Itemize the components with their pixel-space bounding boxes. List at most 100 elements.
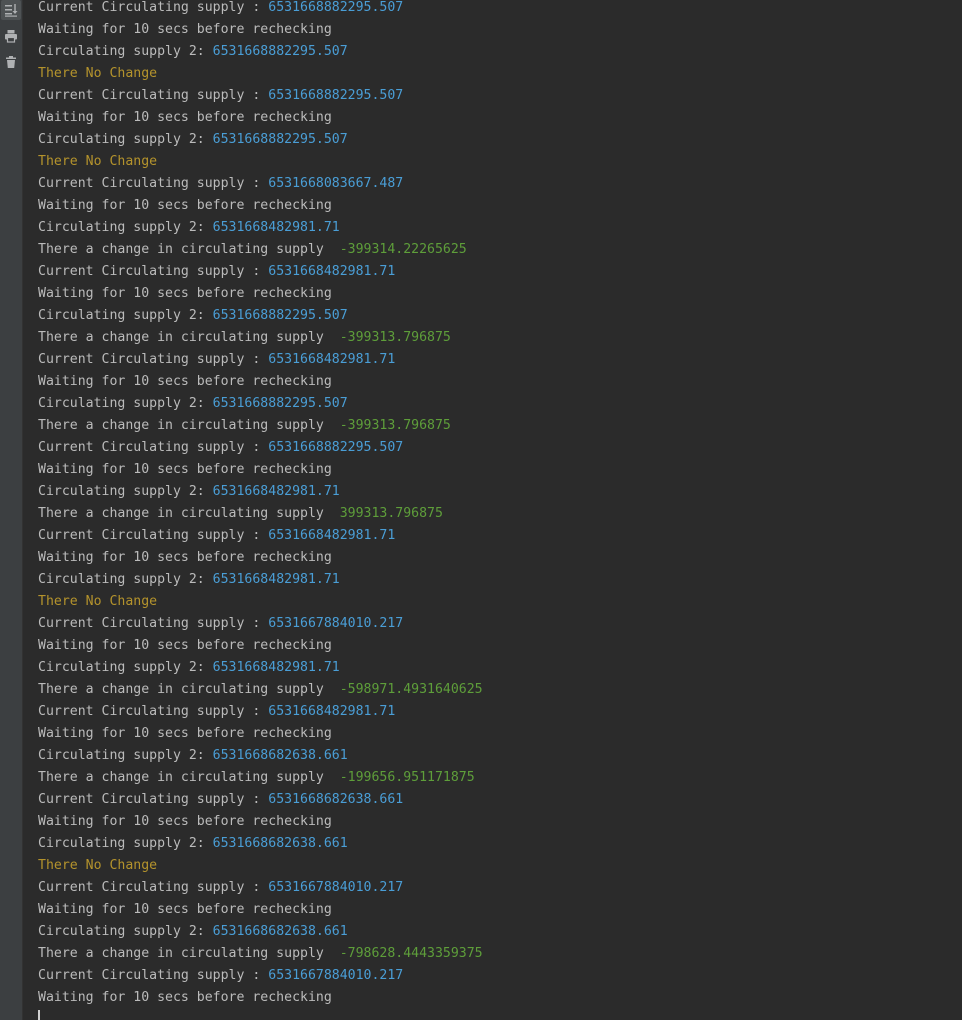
console-line: Circulating supply 2: 6531668882295.507: [38, 305, 962, 327]
supply-value: 6531668682638.661: [212, 748, 348, 763]
current-supply-label: Current Circulating supply :: [38, 616, 269, 631]
change-value: -399313.796875: [339, 418, 451, 433]
run-console-window: Current Circulating supply : 65316688822…: [0, 0, 962, 1020]
console-line: Circulating supply 2: 6531668482981.71: [38, 569, 962, 591]
waiting-message: Waiting for 10 secs before rechecking: [38, 990, 332, 1005]
waiting-message: Waiting for 10 secs before rechecking: [38, 902, 332, 917]
circulating-supply-2-label: Circulating supply 2:: [38, 484, 213, 499]
console-line: There a change in circulating supply -79…: [38, 943, 962, 965]
supply-value: 6531668083667.487: [268, 176, 404, 191]
console-line: There a change in circulating supply -39…: [38, 415, 962, 437]
supply-value: 6531668482981.71: [212, 484, 340, 499]
console-line: Waiting for 10 secs before rechecking: [38, 899, 962, 921]
change-message: There a change in circulating supply: [38, 242, 340, 257]
console-line: Current Circulating supply : 65316678840…: [38, 877, 962, 899]
console-line: Current Circulating supply : 65316680836…: [38, 173, 962, 195]
console-line: There No Change: [38, 855, 962, 877]
supply-value: 6531668882295.507: [212, 396, 348, 411]
console-line: Waiting for 10 secs before rechecking: [38, 459, 962, 481]
console-line: Current Circulating supply : 65316688822…: [38, 437, 962, 459]
no-change-message: There No Change: [38, 154, 158, 169]
current-supply-label: Current Circulating supply :: [38, 88, 269, 103]
change-value: -598971.4931640625: [339, 682, 483, 697]
console-line: Waiting for 10 secs before rechecking: [38, 195, 962, 217]
print-icon[interactable]: [1, 26, 21, 46]
console-line: Waiting for 10 secs before rechecking: [38, 19, 962, 41]
supply-value: 6531668682638.661: [268, 792, 404, 807]
change-value: -798628.4443359375: [339, 946, 483, 961]
change-message: There a change in circulating supply: [38, 418, 340, 433]
supply-value: 6531668482981.71: [212, 220, 340, 235]
console-line: Current Circulating supply : 65316686826…: [38, 789, 962, 811]
scroll-to-end-icon[interactable]: [1, 0, 21, 20]
console-line: There No Change: [38, 63, 962, 85]
console-line: There No Change: [38, 591, 962, 613]
supply-value: 6531667884010.217: [268, 616, 404, 631]
trash-icon[interactable]: [1, 52, 21, 72]
supply-value: 6531667884010.217: [268, 880, 404, 895]
text-caret: [38, 1010, 40, 1020]
circulating-supply-2-label: Circulating supply 2:: [38, 836, 213, 851]
console-line: Circulating supply 2: 6531668482981.71: [38, 657, 962, 679]
circulating-supply-2-label: Circulating supply 2:: [38, 924, 213, 939]
supply-value: 6531668482981.71: [212, 572, 340, 587]
circulating-supply-2-label: Circulating supply 2:: [38, 132, 213, 147]
console-line: Waiting for 10 secs before rechecking: [38, 107, 962, 129]
change-value: 399313.796875: [339, 506, 443, 521]
supply-value: 6531668882295.507: [268, 88, 404, 103]
console-line: Current Circulating supply : 65316678840…: [38, 613, 962, 635]
console-line: Current Circulating supply : 65316684829…: [38, 525, 962, 547]
console-line: Waiting for 10 secs before rechecking: [38, 811, 962, 833]
change-message: There a change in circulating supply: [38, 682, 340, 697]
circulating-supply-2-label: Circulating supply 2:: [38, 308, 213, 323]
supply-value: 6531668682638.661: [212, 836, 348, 851]
console-toolbar: [0, 0, 23, 1020]
console-line: There a change in circulating supply -59…: [38, 679, 962, 701]
console-line: Circulating supply 2: 6531668682638.661: [38, 921, 962, 943]
console-line: There a change in circulating supply -39…: [38, 327, 962, 349]
waiting-message: Waiting for 10 secs before rechecking: [38, 726, 332, 741]
console-line: Waiting for 10 secs before rechecking: [38, 547, 962, 569]
waiting-message: Waiting for 10 secs before rechecking: [38, 638, 332, 653]
waiting-message: Waiting for 10 secs before rechecking: [38, 22, 332, 37]
console-line: Circulating supply 2: 6531668482981.71: [38, 217, 962, 239]
console-line: Circulating supply 2: 6531668882295.507: [38, 393, 962, 415]
console-line: Waiting for 10 secs before rechecking: [38, 987, 962, 1009]
change-message: There a change in circulating supply: [38, 330, 340, 345]
supply-value: 6531668882295.507: [212, 44, 348, 59]
supply-value: 6531668882295.507: [268, 440, 404, 455]
change-message: There a change in circulating supply: [38, 770, 340, 785]
circulating-supply-2-label: Circulating supply 2:: [38, 220, 213, 235]
circulating-supply-2-label: Circulating supply 2:: [38, 396, 213, 411]
console-line: There No Change: [38, 151, 962, 173]
console-line: Current Circulating supply : 65316684829…: [38, 261, 962, 283]
console-line: Current Circulating supply : 65316684829…: [38, 349, 962, 371]
waiting-message: Waiting for 10 secs before rechecking: [38, 110, 332, 125]
console-line: There a change in circulating supply 399…: [38, 503, 962, 525]
console-output[interactable]: Current Circulating supply : 65316688822…: [38, 0, 962, 1009]
supply-value: 6531668882295.507: [212, 132, 348, 147]
change-message: There a change in circulating supply: [38, 946, 340, 961]
supply-value: 6531668482981.71: [268, 352, 396, 367]
current-supply-label: Current Circulating supply :: [38, 264, 269, 279]
console-line: Waiting for 10 secs before rechecking: [38, 371, 962, 393]
waiting-message: Waiting for 10 secs before rechecking: [38, 286, 332, 301]
waiting-message: Waiting for 10 secs before rechecking: [38, 374, 332, 389]
console-line: Current Circulating supply : 65316678840…: [38, 965, 962, 987]
waiting-message: Waiting for 10 secs before rechecking: [38, 462, 332, 477]
waiting-message: Waiting for 10 secs before rechecking: [38, 198, 332, 213]
current-supply-label: Current Circulating supply :: [38, 968, 269, 983]
change-value: -199656.951171875: [339, 770, 475, 785]
waiting-message: Waiting for 10 secs before rechecking: [38, 814, 332, 829]
circulating-supply-2-label: Circulating supply 2:: [38, 572, 213, 587]
current-supply-label: Current Circulating supply :: [38, 704, 269, 719]
change-message: There a change in circulating supply: [38, 506, 340, 521]
console-line: Waiting for 10 secs before rechecking: [38, 723, 962, 745]
supply-value: 6531668482981.71: [268, 528, 396, 543]
change-value: -399314.22265625: [339, 242, 467, 257]
no-change-message: There No Change: [38, 594, 158, 609]
console-line: Current Circulating supply : 65316688822…: [38, 85, 962, 107]
supply-value: 6531668482981.71: [268, 704, 396, 719]
console-line: Circulating supply 2: 6531668482981.71: [38, 481, 962, 503]
no-change-message: There No Change: [38, 66, 158, 81]
